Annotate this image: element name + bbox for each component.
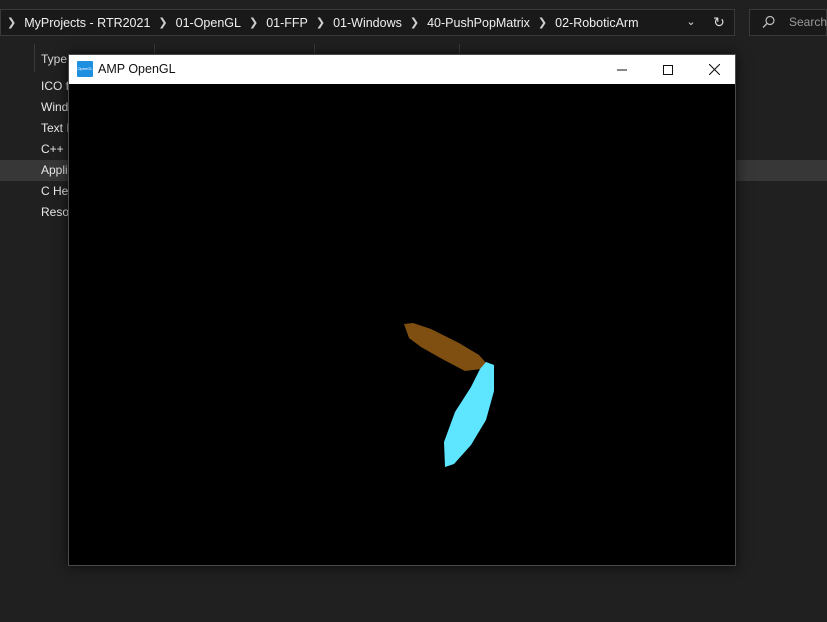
robotic-arm-upper-segment [404, 323, 488, 371]
chevron-right-icon[interactable]: ❯ [7, 16, 16, 29]
robotic-arm-scene [404, 323, 494, 467]
opengl-window[interactable]: OpenGL AMP OpenGL [68, 54, 736, 566]
chevron-right-icon[interactable]: ❯ [410, 16, 419, 29]
breadcrumb: ❯ MyProjects - RTR2021 ❯ 01-OpenGL ❯ 01-… [1, 10, 639, 35]
chevron-right-icon[interactable]: ❯ [316, 16, 325, 29]
list-item-type: Text I [41, 121, 70, 135]
window-titlebar[interactable]: OpenGL AMP OpenGL [69, 55, 735, 84]
list-item-type: Wind [41, 100, 69, 114]
breadcrumb-item-ffp[interactable]: 01-FFP [266, 16, 308, 30]
close-button[interactable] [691, 55, 735, 84]
breadcrumb-item-roboticarm[interactable]: 02-RoboticArm [555, 16, 638, 30]
search-placeholder: Search [789, 15, 827, 29]
minimize-button[interactable] [599, 55, 645, 84]
opengl-app-icon: OpenGL [77, 61, 93, 77]
breadcrumb-item-opengl[interactable]: 01-OpenGL [176, 16, 241, 30]
maximize-button[interactable] [645, 55, 691, 84]
list-item-type: Appli [41, 163, 68, 177]
chevron-down-icon[interactable]: ⌄ [684, 14, 698, 30]
chevron-right-icon[interactable]: ❯ [538, 16, 547, 29]
chevron-right-icon[interactable]: ❯ [158, 16, 167, 29]
close-icon [708, 64, 720, 75]
desktop: ❯ MyProjects - RTR2021 ❯ 01-OpenGL ❯ 01-… [0, 0, 827, 622]
list-item-type: ICO f [41, 79, 70, 93]
minimize-icon [617, 69, 627, 70]
list-item-type: C He [41, 184, 69, 198]
robotic-arm-lower-segment [444, 362, 494, 467]
maximize-icon [663, 64, 673, 75]
search-input[interactable]: Search [749, 9, 827, 36]
list-item-type: C++ [41, 142, 64, 156]
breadcrumb-item-myprojects[interactable]: MyProjects - RTR2021 [24, 16, 150, 30]
window-title: AMP OpenGL [98, 62, 176, 76]
column-header-type[interactable]: Type [41, 52, 67, 66]
breadcrumb-item-windows[interactable]: 01-Windows [333, 16, 402, 30]
breadcrumb-item-pushpopmatrix[interactable]: 40-PushPopMatrix [427, 16, 530, 30]
column-divider[interactable] [34, 44, 35, 72]
chevron-right-icon[interactable]: ❯ [249, 16, 258, 29]
refresh-icon[interactable]: ↻ [710, 13, 728, 31]
opengl-canvas[interactable] [69, 84, 735, 565]
address-bar[interactable]: ❯ MyProjects - RTR2021 ❯ 01-OpenGL ❯ 01-… [0, 9, 735, 36]
search-icon [762, 15, 775, 28]
